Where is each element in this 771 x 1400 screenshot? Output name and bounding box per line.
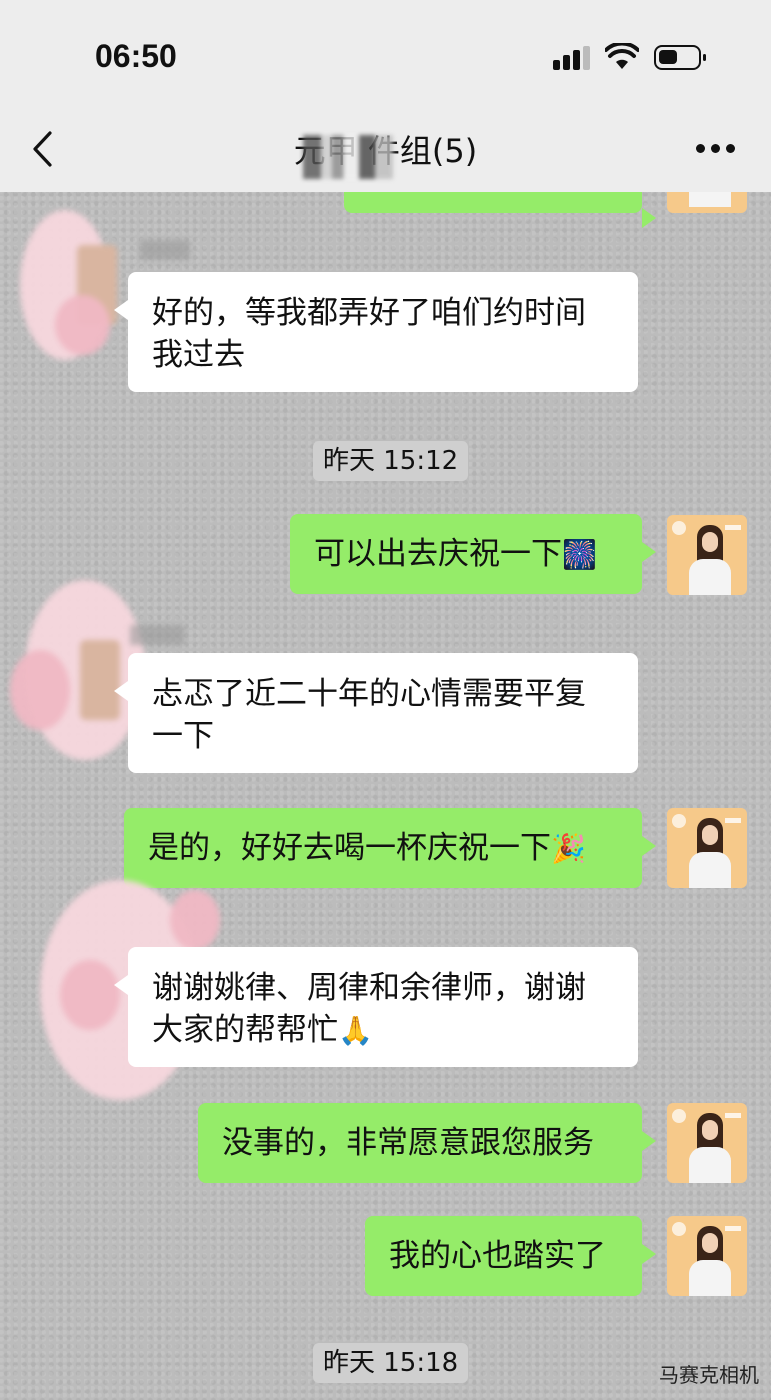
sender-name-blurred — [140, 240, 190, 260]
message-bubble[interactable]: 是的，好好去喝一杯庆祝一下🎉 — [124, 808, 656, 888]
my-avatar[interactable] — [667, 808, 747, 888]
folded-hands-emoji-icon: 🙏 — [338, 1014, 373, 1047]
timestamp: 昨天 15:18 — [313, 1343, 469, 1383]
cellular-signal-icon — [553, 46, 591, 70]
wifi-icon — [605, 43, 639, 69]
message-text: 好的，等我都弄好了咱们约时间我过去 — [152, 295, 586, 373]
party-popper-emoji-icon: 🎉 — [551, 832, 586, 865]
title-mosaic — [303, 135, 393, 179]
status-time: 06:50 — [95, 38, 177, 74]
top-bar: 06:50 元甲 件组(5) — [0, 0, 771, 192]
watermark: 马赛克相机 — [659, 1363, 759, 1387]
message-bubble[interactable]: 谢谢姚律、周律和余律师，谢谢大家的帮帮忙🙏 — [114, 947, 638, 1067]
message-text: 是的，好好去喝一杯庆祝一下 — [148, 830, 551, 866]
more-options-icon[interactable] — [696, 144, 736, 154]
my-avatar[interactable] — [667, 1216, 747, 1296]
sender-avatar-blurred[interactable] — [15, 200, 130, 370]
my-avatar[interactable] — [667, 515, 747, 595]
timestamp: 昨天 15:12 — [313, 441, 469, 481]
message-bubble[interactable]: 没事的，非常愿意跟您服务 — [198, 1103, 656, 1183]
message-text: 可以出去庆祝一下 — [314, 536, 562, 572]
fireworks-emoji-icon: 🎆 — [562, 538, 597, 571]
message-text: 忐忑了近二十年的心情需要平复一下 — [152, 676, 586, 754]
message-bubble[interactable]: 忐忑了近二十年的心情需要平复一下 — [114, 653, 638, 773]
message-bubble[interactable]: 我的心也踏实了 — [365, 1216, 656, 1296]
message-bubble[interactable]: 可以出去庆祝一下🎆 — [290, 514, 656, 594]
battery-icon — [654, 45, 706, 70]
message-text: 没事的，非常愿意跟您服务 — [222, 1125, 594, 1161]
message-text: 我的心也踏实了 — [389, 1238, 606, 1274]
my-avatar[interactable] — [667, 1103, 747, 1183]
sender-name-blurred — [130, 625, 185, 645]
message-bubble[interactable]: 好的，等我都弄好了咱们约时间我过去 — [114, 272, 638, 392]
